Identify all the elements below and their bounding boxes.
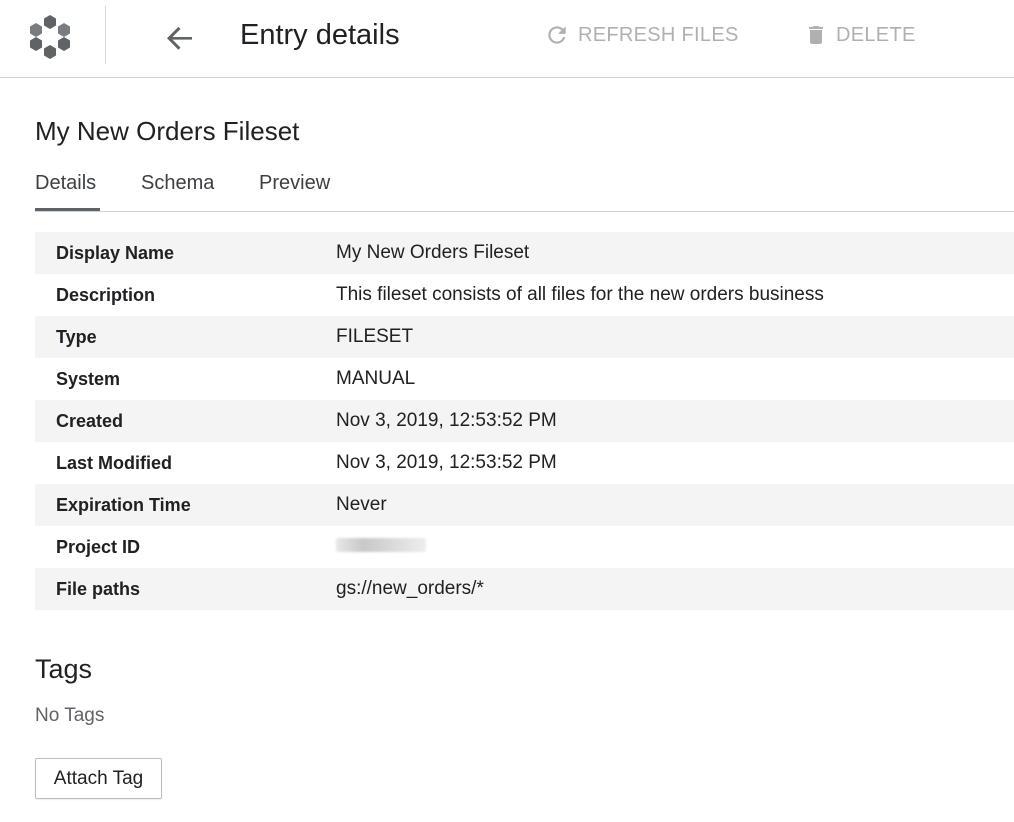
delete-button[interactable]: DELETE xyxy=(804,20,916,50)
entry-tabs: Details Schema Preview xyxy=(35,168,1014,212)
detail-label: Last Modified xyxy=(56,452,172,473)
tab-schema[interactable]: Schema xyxy=(141,172,214,205)
detail-value: FILESET xyxy=(336,326,414,347)
tab-details[interactable]: Details xyxy=(35,172,96,205)
detail-row-project-id: Project ID xyxy=(35,526,1014,568)
detail-row-display-name: Display Name My New Orders Fileset xyxy=(35,232,1014,274)
detail-label: System xyxy=(56,368,121,389)
detail-row-file-paths: File paths gs://new_orders/* xyxy=(35,568,1014,610)
detail-label: Expiration Time xyxy=(56,494,191,515)
details-table: Display Name My New Orders Fileset Descr… xyxy=(35,232,1014,610)
delete-label: DELETE xyxy=(836,23,916,46)
tab-preview[interactable]: Preview xyxy=(259,172,330,205)
attach-tag-button[interactable]: Attach Tag xyxy=(35,758,162,799)
detail-label: Project ID xyxy=(56,536,141,557)
detail-value: Never xyxy=(336,494,387,515)
detail-label: Description xyxy=(56,284,156,305)
app-header: Entry details REFRESH FILES DELETE xyxy=(0,0,1014,78)
refresh-files-button[interactable]: REFRESH FILES xyxy=(544,20,739,50)
detail-label: File paths xyxy=(56,578,141,599)
entry-name-heading: My New Orders Fileset xyxy=(35,116,300,146)
refresh-files-label: REFRESH FILES xyxy=(578,23,739,46)
detail-label: Display Name xyxy=(56,242,175,263)
trash-icon xyxy=(809,26,823,44)
detail-row-expiration-time: Expiration Time Never xyxy=(35,484,1014,526)
detail-row-description: Description This fileset consists of all… xyxy=(35,274,1014,316)
detail-value-redacted xyxy=(336,536,426,558)
detail-value: My New Orders Fileset xyxy=(336,242,530,263)
detail-label: Created xyxy=(56,410,124,431)
detail-value: gs://new_orders/* xyxy=(336,578,484,599)
header-divider xyxy=(105,6,106,64)
page-title: Entry details xyxy=(240,19,400,51)
detail-label: Type xyxy=(56,326,97,347)
detail-value: MANUAL xyxy=(336,368,416,389)
detail-value: Nov 3, 2019, 12:53:52 PM xyxy=(336,410,557,431)
detail-value: Nov 3, 2019, 12:53:52 PM xyxy=(336,452,557,473)
detail-row-created: Created Nov 3, 2019, 12:53:52 PM xyxy=(35,400,1014,442)
no-tags-text: No Tags xyxy=(35,705,105,726)
redacted-value xyxy=(336,538,426,552)
refresh-icon xyxy=(548,26,566,44)
detail-value: This fileset consists of all files for t… xyxy=(336,284,824,305)
detail-row-system: System MANUAL xyxy=(35,358,1014,400)
tags-heading: Tags xyxy=(35,654,93,684)
detail-row-type: Type FILESET xyxy=(35,316,1014,358)
detail-row-last-modified: Last Modified Nov 3, 2019, 12:53:52 PM xyxy=(35,442,1014,484)
data-catalog-hexagon-logo-icon[interactable] xyxy=(24,11,76,63)
active-tab-indicator xyxy=(35,208,100,211)
arrow-left-icon[interactable] xyxy=(162,20,198,56)
